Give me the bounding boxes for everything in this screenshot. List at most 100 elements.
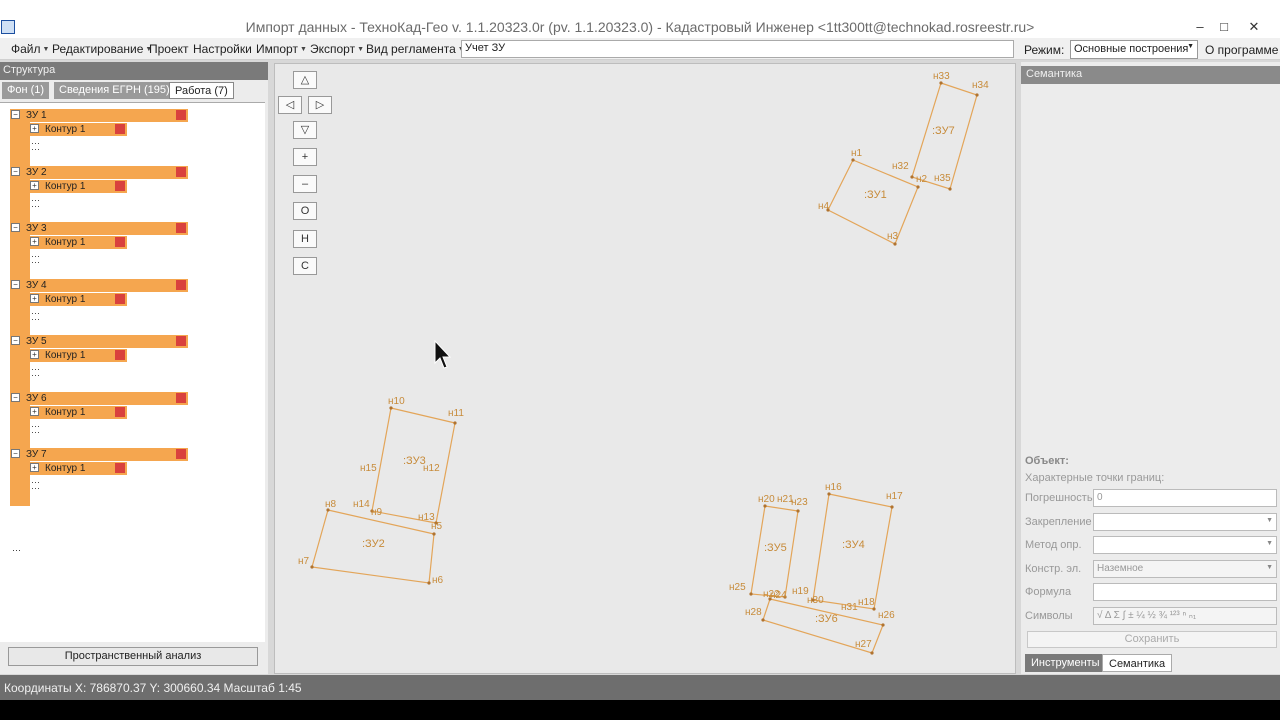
tree-item-zu[interactable]: − ЗУ 7 xyxy=(10,448,188,461)
method-label: Метод опр. xyxy=(1025,539,1082,551)
expand-icon[interactable]: + xyxy=(30,181,39,190)
layer-color-swatch xyxy=(176,336,186,346)
tree-item-contour[interactable]: + Контур 1 xyxy=(26,349,127,362)
tree-item-contour[interactable]: + Контур 1 xyxy=(26,180,127,193)
expand-icon[interactable]: + xyxy=(30,294,39,303)
collapse-icon[interactable]: − xyxy=(11,336,20,345)
menu-edit[interactable]: Редактирование ▼ xyxy=(52,42,152,56)
expand-icon[interactable]: + xyxy=(30,407,39,416)
tree-item-contour[interactable]: + Контур 1 xyxy=(26,462,127,475)
point-label: н16 xyxy=(825,482,842,493)
tree-item-zu[interactable]: − ЗУ 5 xyxy=(10,335,188,348)
menu-settings[interactable]: Настройки xyxy=(193,42,252,56)
point-label: н11 xyxy=(448,408,464,419)
tree-item-contour[interactable]: + Контур 1 xyxy=(26,293,127,306)
point-label: н33 xyxy=(933,71,950,82)
mode-label: Режим: xyxy=(1024,43,1065,57)
map-canvas[interactable]: △ ◁ ▷ ▽ + – О Н С :ЗУ1 :ЗУ7 :ЗУ3 :ЗУ2 :З… xyxy=(274,63,1016,674)
about-menu[interactable]: О программе xyxy=(1205,43,1278,57)
layer-color-swatch xyxy=(176,393,186,403)
expand-icon[interactable]: + xyxy=(30,124,39,133)
collapse-icon[interactable]: − xyxy=(11,110,20,119)
tree-item-zu[interactable]: − ЗУ 3 xyxy=(10,222,188,235)
symbols-field[interactable]: √ Δ Σ ∫ ± ¼ ½ ¾ ¹²³ ⁿ ₙ₁ xyxy=(1093,607,1277,625)
tab-background[interactable]: Фон (1) xyxy=(2,82,50,99)
point-label: н1 xyxy=(851,148,863,159)
tree-item-zu[interactable]: − ЗУ 2 xyxy=(10,166,188,179)
point-label: н12 xyxy=(423,463,440,474)
menu-reglament[interactable]: Вид регламента▼ xyxy=(366,42,465,56)
menu-export[interactable]: Экспорт ▼ xyxy=(310,42,364,56)
chevron-down-icon: ▼ xyxy=(1266,517,1273,524)
layer-color-swatch xyxy=(115,463,125,473)
spatial-analysis-button[interactable]: Пространственный анализ xyxy=(8,647,258,666)
tree-item-contour[interactable]: + Контур 1 xyxy=(26,123,127,136)
layer-color-swatch xyxy=(176,280,186,290)
layer-color-swatch xyxy=(176,223,186,233)
collapse-icon[interactable]: − xyxy=(11,223,20,232)
structure-header: Структура xyxy=(0,62,268,80)
expand-icon[interactable]: + xyxy=(30,463,39,472)
status-bar: Координаты X: 786870.37 Y: 300660.34 Мас… xyxy=(0,675,1280,700)
object-title: Объект: xyxy=(1025,455,1069,467)
point-label: н14 xyxy=(353,499,370,510)
parcel-zu1[interactable] xyxy=(827,159,919,245)
expand-icon[interactable]: + xyxy=(30,237,39,246)
chevron-down-icon: ▼ xyxy=(1187,43,1194,50)
collapse-icon[interactable]: − xyxy=(11,167,20,176)
point-label: н18 xyxy=(858,597,875,608)
layer-color-swatch xyxy=(115,237,125,247)
parcels-plot[interactable]: :ЗУ1 :ЗУ7 :ЗУ3 :ЗУ2 :ЗУ5 :ЗУ4 :ЗУ6 н33 н… xyxy=(275,64,1016,674)
mouse-cursor-icon xyxy=(434,340,452,369)
tree-item-zu[interactable]: − ЗУ 4 xyxy=(10,279,188,292)
maximize-button[interactable]: □ xyxy=(1210,17,1238,37)
collapse-icon[interactable]: − xyxy=(11,280,20,289)
point-label: н6 xyxy=(432,575,444,586)
menu-project[interactable]: Проект xyxy=(149,42,189,56)
accuracy-field[interactable]: 0 xyxy=(1093,489,1277,507)
point-label: н15 xyxy=(360,463,377,474)
tab-work[interactable]: Работа (7) xyxy=(169,82,234,99)
tree-item-contour[interactable]: + Контур 1 xyxy=(26,236,127,249)
menu-import[interactable]: Импорт ▼ xyxy=(256,42,307,56)
fixing-select[interactable]: ▼ xyxy=(1093,513,1277,531)
construct-select[interactable]: Наземное ▼ xyxy=(1093,560,1277,578)
formula-label: Формула xyxy=(1025,586,1072,598)
chevron-down-icon: ▼ xyxy=(357,46,365,54)
parcel-label: :ЗУ7 xyxy=(932,125,955,137)
point-label: н34 xyxy=(972,80,989,91)
method-select[interactable]: ▼ xyxy=(1093,536,1277,554)
tab-tools[interactable]: Инструменты xyxy=(1025,654,1106,672)
menu-file[interactable]: Файл ▼ xyxy=(11,42,49,56)
collapse-icon[interactable]: − xyxy=(11,449,20,458)
tree-item-zu[interactable]: − ЗУ 6 xyxy=(10,392,188,405)
point-label: н23 xyxy=(791,497,808,508)
save-button[interactable]: Сохранить xyxy=(1027,631,1277,648)
point-label: н24 xyxy=(770,590,787,601)
formula-field[interactable] xyxy=(1093,583,1277,601)
close-button[interactable]: ✕ xyxy=(1240,17,1268,37)
tree-node-zu5: − ЗУ 5 + Контур 1 ··· ··· xyxy=(0,335,200,393)
point-label: н25 xyxy=(729,582,746,593)
tree-item-contour[interactable]: + Контур 1 xyxy=(26,406,127,419)
chevron-down-icon: ▼ xyxy=(1266,540,1273,547)
chevron-down-icon: ▼ xyxy=(299,46,307,54)
tree-node-zu6: − ЗУ 6 + Контур 1 ··· ··· xyxy=(0,392,200,450)
tab-egrn[interactable]: Сведения ЕГРН (195) xyxy=(54,82,175,99)
reglament-field[interactable]: Учет ЗУ xyxy=(461,40,1014,58)
parcel-zu4[interactable] xyxy=(812,493,893,610)
point-label: н5 xyxy=(431,521,443,532)
layer-color-swatch xyxy=(176,167,186,177)
parcel-label: :ЗУ4 xyxy=(842,539,865,551)
expand-icon[interactable]: + xyxy=(30,350,39,359)
point-label: н9 xyxy=(371,507,383,518)
collapse-icon[interactable]: − xyxy=(11,393,20,402)
parcel-label: :ЗУ5 xyxy=(764,542,787,554)
tree-node-zu3: − ЗУ 3 + Контур 1 ··· ··· xyxy=(0,222,200,280)
tab-semantics[interactable]: Семантика xyxy=(1102,654,1173,672)
layer-color-swatch xyxy=(176,110,186,120)
point-label: н20 xyxy=(758,494,775,505)
mode-select[interactable]: Основные построения ▼ xyxy=(1070,40,1198,59)
tree-item-zu[interactable]: − ЗУ 1 xyxy=(10,109,188,122)
bottom-strip xyxy=(0,700,1280,720)
